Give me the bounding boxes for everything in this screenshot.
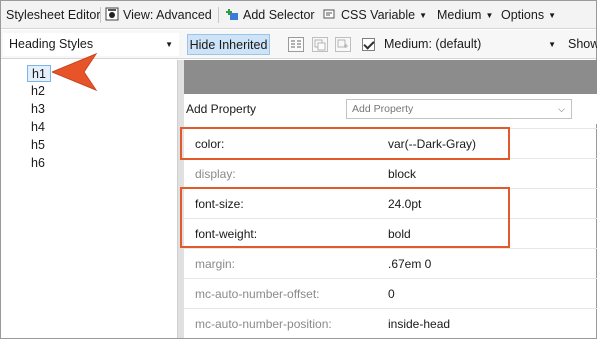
- add-property-label: Add Property: [186, 102, 257, 116]
- copy-icon[interactable]: [312, 37, 328, 52]
- compare-icon[interactable]: [288, 37, 304, 52]
- property-value[interactable]: .67em 0: [388, 249, 431, 279]
- options-menu-label: Options: [501, 8, 545, 22]
- chevron-down-icon: ▼: [548, 11, 557, 20]
- toolbar-divider: [100, 7, 101, 23]
- add-property-select[interactable]: Add Property ⌵: [346, 99, 572, 119]
- view-icon: [105, 7, 119, 21]
- paste-icon[interactable]: [335, 37, 351, 52]
- medium-checkbox[interactable]: [362, 38, 375, 51]
- highlight-box-font: [180, 187, 510, 248]
- editor-title: Stylesheet Editor: [6, 8, 101, 22]
- medium-menu-label: Medium: [437, 8, 482, 22]
- property-name: display:: [195, 167, 236, 181]
- property-name: margin:: [195, 257, 236, 271]
- chevron-down-icon: ▼: [485, 11, 494, 20]
- medium-menu[interactable]: Medium ▼: [437, 1, 493, 29]
- css-variable-menu[interactable]: CSS Variable ▼: [323, 1, 427, 29]
- tree-item-h6[interactable]: h6: [29, 155, 47, 172]
- add-selector-button[interactable]: Add Selector: [225, 1, 315, 29]
- add-selector-label: Add Selector: [243, 8, 315, 22]
- add-property-placeholder: Add Property: [352, 103, 414, 115]
- property-row-auto-number-position[interactable]: mc-auto-number-position: inside-head: [184, 308, 597, 338]
- tree-item-h1[interactable]: h1: [27, 65, 51, 82]
- property-value[interactable]: inside-head: [388, 309, 450, 339]
- tree-item-h5[interactable]: h5: [29, 137, 47, 154]
- chevron-down-icon: ▼: [548, 40, 556, 49]
- add-selector-icon: [226, 9, 238, 20]
- selector-tree: h1 h2 h3 h4 h5 h6: [1, 60, 177, 338]
- property-name: mc-auto-number-offset:: [195, 287, 320, 301]
- main-toolbar: Stylesheet Editor View: Advanced Add Sel…: [1, 1, 596, 29]
- hide-inherited-button[interactable]: Hide Inherited: [187, 34, 270, 55]
- chevron-down-icon: ⌵: [558, 104, 565, 114]
- tree-item-h3[interactable]: h3: [29, 101, 47, 118]
- medium-select[interactable]: Medium: (default) ▼: [378, 33, 558, 56]
- property-value[interactable]: block: [388, 159, 416, 189]
- view-advanced-button[interactable]: View: Advanced: [105, 1, 212, 29]
- property-row-display[interactable]: display: block: [184, 158, 597, 188]
- tree-item-h2[interactable]: h2: [29, 83, 47, 100]
- callout-arrow-icon: [52, 52, 98, 92]
- css-variable-label: CSS Variable: [341, 8, 416, 22]
- toolbar-divider: [218, 7, 219, 23]
- tree-item-h4[interactable]: h4: [29, 119, 47, 136]
- styles-filter-value: Heading Styles: [9, 37, 94, 51]
- show-menu[interactable]: Show: [568, 30, 597, 59]
- panel-header: [184, 60, 597, 94]
- view-advanced-label: View: Advanced: [123, 8, 212, 22]
- css-variable-icon: [323, 9, 335, 19]
- options-menu[interactable]: Options ▼: [501, 1, 556, 29]
- property-name: mc-auto-number-position:: [195, 317, 332, 331]
- add-property-row: Add Property Add Property ⌵: [184, 94, 597, 124]
- chevron-down-icon: ▼: [419, 11, 428, 20]
- highlight-box-color: [180, 127, 510, 160]
- medium-select-value: Medium: (default): [384, 37, 482, 51]
- property-value[interactable]: 0: [388, 279, 395, 309]
- property-row-auto-number-offset[interactable]: mc-auto-number-offset: 0: [184, 278, 597, 308]
- property-row-margin[interactable]: margin: .67em 0: [184, 248, 597, 278]
- chevron-down-icon: ▼: [165, 40, 173, 49]
